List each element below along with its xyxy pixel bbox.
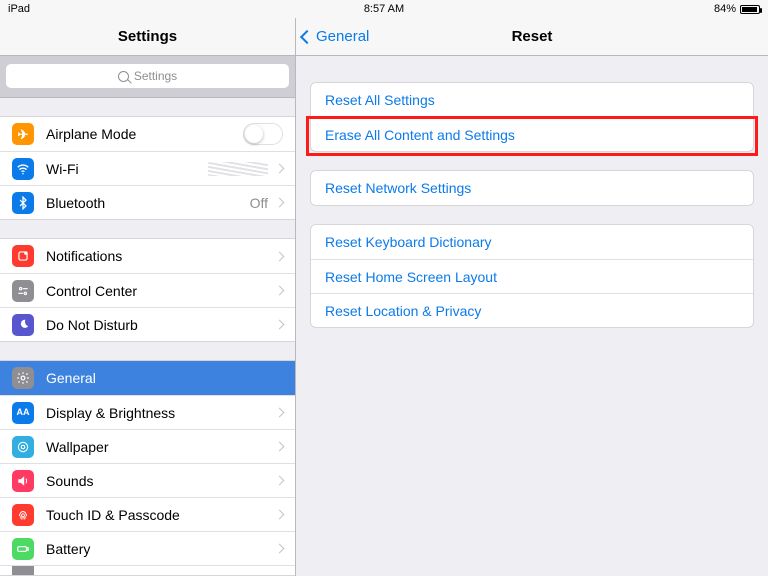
display-label: Display & Brightness — [46, 405, 276, 421]
reset-group-1: Reset All Settings Erase All Content and… — [310, 82, 754, 152]
reset-keyboard-label: Reset Keyboard Dictionary — [325, 234, 492, 250]
row-reset-keyboard[interactable]: Reset Keyboard Dictionary — [311, 225, 753, 259]
row-wifi[interactable]: Wi-Fi — [0, 151, 295, 185]
chevron-left-icon — [300, 29, 314, 43]
row-wallpaper[interactable]: Wallpaper — [0, 429, 295, 463]
search-icon — [118, 71, 129, 82]
dnd-icon — [12, 314, 34, 336]
dnd-label: Do Not Disturb — [46, 317, 276, 333]
bluetooth-value: Off — [250, 195, 268, 211]
left-nav: Settings — [0, 18, 295, 56]
row-erase-all-content[interactable]: Erase All Content and Settings — [311, 117, 753, 151]
battery-icon — [740, 5, 760, 14]
airplane-icon: ✈ — [12, 123, 34, 145]
settings-master-pane: Settings Settings ✈ Airplane Mode Wi-Fi — [0, 18, 296, 576]
row-display-brightness[interactable]: AA Display & Brightness — [0, 395, 295, 429]
wifi-value — [208, 162, 268, 176]
bluetooth-label: Bluetooth — [46, 195, 250, 211]
chevron-right-icon — [275, 408, 285, 418]
right-title: Reset — [512, 28, 553, 45]
notifications-label: Notifications — [46, 248, 276, 264]
group-connectivity: ✈ Airplane Mode Wi-Fi Bluetooth Off — [0, 116, 295, 220]
status-bar: iPad 8:57 AM 84% — [0, 0, 768, 18]
group-general: General AA Display & Brightness Wallpape… — [0, 360, 295, 576]
battery-label: Battery — [46, 541, 276, 557]
general-label: General — [46, 370, 283, 386]
row-reset-network[interactable]: Reset Network Settings — [311, 171, 753, 205]
row-battery[interactable]: Battery — [0, 531, 295, 565]
row-cutoff[interactable] — [0, 565, 295, 575]
row-bluetooth[interactable]: Bluetooth Off — [0, 185, 295, 219]
left-title: Settings — [118, 28, 177, 45]
chevron-right-icon — [275, 510, 285, 520]
touchid-label: Touch ID & Passcode — [46, 507, 276, 523]
search-wrap: Settings — [0, 56, 295, 98]
back-label: General — [316, 28, 369, 45]
wallpaper-icon — [12, 436, 34, 458]
control-center-icon — [12, 280, 34, 302]
unknown-icon — [12, 565, 34, 575]
wifi-label: Wi-Fi — [46, 161, 208, 177]
row-reset-all-settings[interactable]: Reset All Settings — [311, 83, 753, 117]
control-center-label: Control Center — [46, 283, 276, 299]
battery-settings-icon — [12, 538, 34, 560]
touchid-icon — [12, 504, 34, 526]
row-reset-home-layout[interactable]: Reset Home Screen Layout — [311, 259, 753, 293]
reset-all-label: Reset All Settings — [325, 92, 435, 108]
display-icon: AA — [12, 402, 34, 424]
row-reset-location-privacy[interactable]: Reset Location & Privacy — [311, 293, 753, 327]
reset-location-label: Reset Location & Privacy — [325, 303, 481, 319]
reset-network-label: Reset Network Settings — [325, 180, 471, 196]
airplane-toggle[interactable] — [243, 123, 283, 145]
chevron-right-icon — [275, 320, 285, 330]
row-control-center[interactable]: Control Center — [0, 273, 295, 307]
row-touchid[interactable]: Touch ID & Passcode — [0, 497, 295, 531]
chevron-right-icon — [275, 251, 285, 261]
back-button[interactable]: General — [302, 18, 369, 55]
group-notifications: Notifications Control Center Do Not Dist… — [0, 238, 295, 342]
notifications-icon — [12, 245, 34, 267]
chevron-right-icon — [275, 442, 285, 452]
row-dnd[interactable]: Do Not Disturb — [0, 307, 295, 341]
bluetooth-icon — [12, 192, 34, 214]
airplane-label: Airplane Mode — [46, 126, 243, 142]
reset-group-2: Reset Network Settings — [310, 170, 754, 206]
reset-home-label: Reset Home Screen Layout — [325, 269, 497, 285]
row-notifications[interactable]: Notifications — [0, 239, 295, 273]
status-device: iPad — [8, 3, 30, 15]
search-placeholder: Settings — [134, 69, 177, 83]
chevron-right-icon — [275, 164, 285, 174]
chevron-right-icon — [275, 198, 285, 208]
wallpaper-label: Wallpaper — [46, 439, 276, 455]
gear-icon — [12, 367, 34, 389]
chevron-right-icon — [275, 476, 285, 486]
erase-all-label: Erase All Content and Settings — [325, 127, 515, 143]
sounds-icon — [12, 470, 34, 492]
wifi-icon — [12, 158, 34, 180]
chevron-right-icon — [275, 286, 285, 296]
search-input[interactable]: Settings — [6, 64, 289, 88]
row-sounds[interactable]: Sounds — [0, 463, 295, 497]
status-battery: 84% — [714, 3, 760, 15]
row-general[interactable]: General — [0, 361, 295, 395]
sounds-label: Sounds — [46, 473, 276, 489]
row-airplane-mode[interactable]: ✈ Airplane Mode — [0, 117, 295, 151]
status-time: 8:57 AM — [0, 3, 768, 15]
right-nav: General Reset — [296, 18, 768, 56]
chevron-right-icon — [275, 544, 285, 554]
settings-detail-pane: General Reset Reset All Settings Erase A… — [296, 18, 768, 576]
reset-group-3: Reset Keyboard Dictionary Reset Home Scr… — [310, 224, 754, 328]
